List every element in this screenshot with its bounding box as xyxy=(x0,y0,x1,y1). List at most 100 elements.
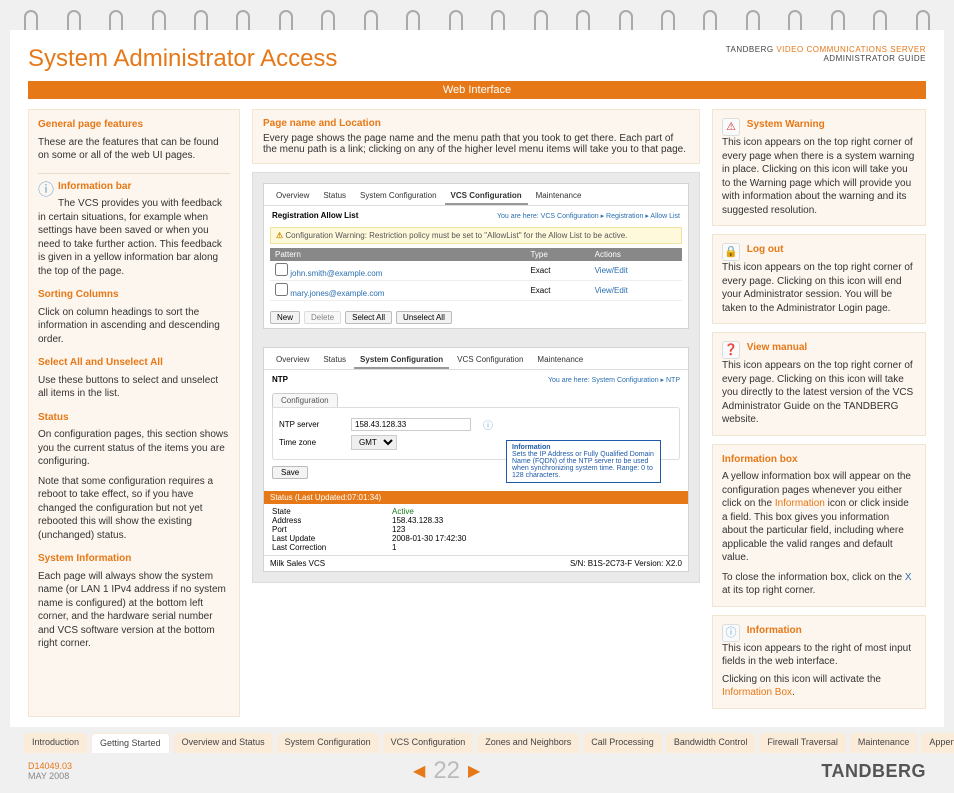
ntp-label: NTP server xyxy=(279,420,339,429)
nav-overview-status[interactable]: Overview and Status xyxy=(174,733,273,754)
cell-pattern: mary.jones@example.com xyxy=(290,289,384,298)
guide-type: ADMINISTRATOR GUIDE xyxy=(726,54,926,63)
cell-pattern: john.smith@example.com xyxy=(290,269,382,278)
link-information[interactable]: Information xyxy=(775,498,825,509)
text: To close the information box, click on t… xyxy=(722,571,916,598)
link-x[interactable]: X xyxy=(905,572,912,583)
middle-column: Page name and Location Every page shows … xyxy=(252,109,700,717)
th-actions: Actions xyxy=(590,248,682,261)
heading-sorting-columns: Sorting Columns xyxy=(38,288,230,302)
text: This icon appears on the top right corne… xyxy=(722,136,916,217)
pager: ◀ 22 ▶ xyxy=(413,757,480,785)
breadcrumb: You are here: VCS Configuration ▸ Regist… xyxy=(497,212,680,220)
right-column: ⚠ System Warning This icon appears on th… xyxy=(712,109,926,717)
ring-binder xyxy=(0,0,954,30)
text: These are the features that can be found… xyxy=(38,136,230,163)
prev-page-icon[interactable]: ◀ xyxy=(413,761,425,781)
nav-firewall-traversal[interactable]: Firewall Traversal xyxy=(759,733,846,754)
brand-header: TANDBERG VIDEO COMMUNICATIONS SERVER ADM… xyxy=(726,45,926,63)
select-all-button[interactable]: Select All xyxy=(345,311,392,324)
text: This icon appears on the top right corne… xyxy=(722,261,916,315)
shot-tab: Maintenance xyxy=(530,188,588,205)
heading-general-page-features: General page features xyxy=(38,118,230,132)
nav-getting-started[interactable]: Getting Started xyxy=(91,733,170,754)
text: A yellow information box will appear on … xyxy=(722,470,916,565)
nav-call-processing[interactable]: Call Processing xyxy=(583,733,662,754)
text: This icon appears on the top right corne… xyxy=(722,359,916,427)
shot-tab: Maintenance xyxy=(531,352,589,369)
shot-tab: System Configuration xyxy=(354,352,449,369)
link-information-box[interactable]: Information Box xyxy=(722,687,792,698)
text: Use these buttons to select and unselect… xyxy=(38,374,230,401)
cell-type: Exact xyxy=(525,281,589,301)
breadcrumb: You are here: System Configuration ▸ NTP xyxy=(548,376,680,384)
row-checkbox[interactable] xyxy=(275,283,288,296)
allow-list-table: PatternTypeActions john.smith@example.co… xyxy=(270,248,682,301)
configuration-tab: Configuration xyxy=(272,393,338,407)
heading-information: Information xyxy=(747,625,802,636)
heading-select-unselect: Select All and Unselect All xyxy=(38,356,230,370)
shot-tab: Overview xyxy=(270,352,315,369)
brand-logo: TANDBERG xyxy=(821,761,926,782)
text: This icon appears to the right of most i… xyxy=(722,642,916,669)
nav-appendices[interactable]: Appendices xyxy=(921,733,954,754)
shot-tab: Status xyxy=(317,188,352,205)
page-footer: D14049.03 MAY 2008 ◀ 22 ▶ TANDBERG xyxy=(0,753,954,793)
cell-actions: View/Edit xyxy=(590,261,682,281)
unselect-all-button[interactable]: Unselect All xyxy=(396,311,452,324)
nav-zones-neighbors[interactable]: Zones and Neighbors xyxy=(477,733,579,754)
save-button[interactable]: Save xyxy=(272,466,308,479)
heading-system-warning: System Warning xyxy=(747,119,825,130)
left-column: General page features These are the feat… xyxy=(28,109,240,717)
text: On configuration pages, this section sho… xyxy=(38,428,230,469)
screenshot-ntp: Overview Status System Configuration VCS… xyxy=(263,347,689,572)
nav-introduction[interactable]: Introduction xyxy=(24,733,87,754)
heading-status: Status xyxy=(38,411,230,425)
tz-select[interactable]: GMT xyxy=(351,435,397,450)
nav-system-config[interactable]: System Configuration xyxy=(277,733,379,754)
manual-icon: ❓ xyxy=(722,341,740,359)
shot-title-text: Registration Allow List xyxy=(272,211,358,220)
shot-tab: VCS Configuration xyxy=(451,352,529,369)
text: The VCS provides you with feedback in ce… xyxy=(38,197,230,278)
table-row: mary.jones@example.com ExactView/Edit xyxy=(270,281,682,301)
nav-vcs-config[interactable]: VCS Configuration xyxy=(383,733,474,754)
text: Clicking on this icon will activate the … xyxy=(722,673,916,700)
page-number: 22 xyxy=(433,757,460,785)
warning-icon: ⚠ xyxy=(722,118,740,136)
nav-maintenance[interactable]: Maintenance xyxy=(850,733,918,754)
brand-name: TANDBERG xyxy=(726,45,777,54)
new-button[interactable]: New xyxy=(270,311,300,324)
text: Each page will always show the system na… xyxy=(38,570,230,651)
heading-view-manual: View manual xyxy=(747,342,807,353)
shot-title-text: NTP xyxy=(272,375,288,384)
shot-tab: System Configuration xyxy=(354,188,442,205)
page-body: System Administrator Access TANDBERG VID… xyxy=(10,30,944,727)
info-icon: ⓘ xyxy=(38,180,54,202)
text: Note that some configuration requires a … xyxy=(38,475,230,543)
delete-button[interactable]: Delete xyxy=(304,311,341,324)
info-box: InformationSets the IP Address or Fully … xyxy=(506,440,661,483)
doc-id: D14049.03 MAY 2008 xyxy=(28,761,72,781)
tz-label: Time zone xyxy=(279,438,339,447)
nav-bandwidth-control[interactable]: Bandwidth Control xyxy=(666,733,756,754)
info-icon: ⓘ xyxy=(722,624,740,642)
page-title: System Administrator Access xyxy=(28,45,337,73)
heading-information-bar: Information bar xyxy=(38,180,230,194)
next-page-icon[interactable]: ▶ xyxy=(468,761,480,781)
warning-icon: ⚠ xyxy=(276,231,283,240)
status-bar: Status (Last Updated:07:01:34) xyxy=(264,491,688,504)
nav-tabs: Introduction Getting Started Overview an… xyxy=(0,727,954,754)
screenshot-allow-list: Overview Status System Configuration VCS… xyxy=(263,183,689,329)
text: Every page shows the page name and the m… xyxy=(263,133,689,155)
ntp-input[interactable] xyxy=(351,418,471,431)
row-checkbox[interactable] xyxy=(275,263,288,276)
cell-type: Exact xyxy=(525,261,589,281)
screenshot-area: Overview Status System Configuration VCS… xyxy=(252,172,700,583)
warning-text: Configuration Warning: Restriction polic… xyxy=(285,231,627,240)
cell-actions: View/Edit xyxy=(590,281,682,301)
shot-tab: Overview xyxy=(270,188,315,205)
config-warning: ⚠ Configuration Warning: Restriction pol… xyxy=(270,227,682,244)
info-icon[interactable]: ⓘ xyxy=(483,417,493,432)
heading-information-box: Information box xyxy=(722,453,916,467)
